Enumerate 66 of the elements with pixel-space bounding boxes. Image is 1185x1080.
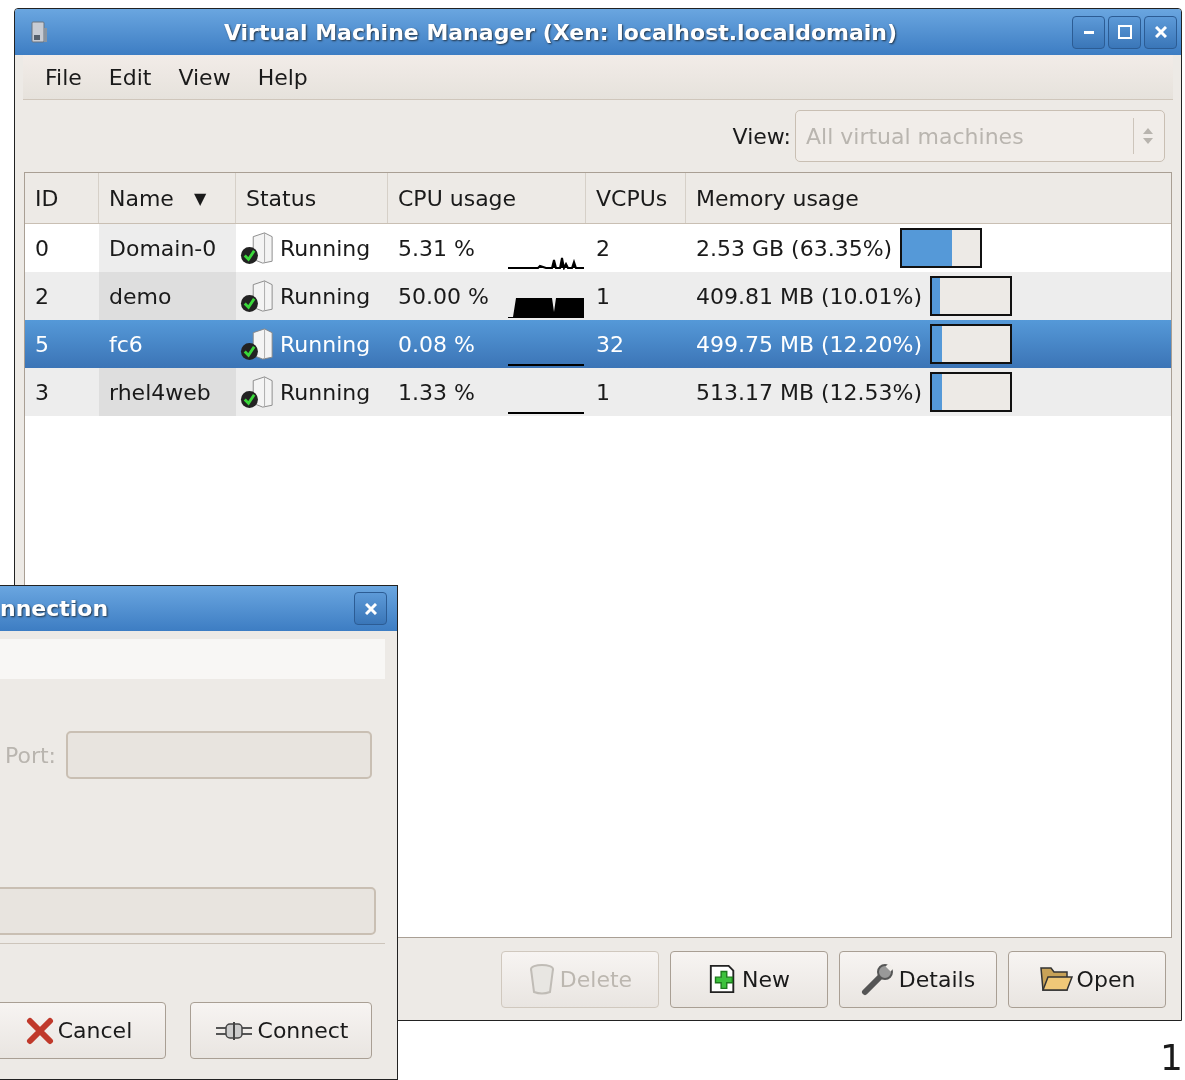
vcpus-cell: 1 xyxy=(596,379,610,405)
running-server-icon xyxy=(240,375,274,409)
computer-icon xyxy=(29,20,49,44)
cpu-usage-text: 1.33 % xyxy=(398,379,476,405)
wrench-icon xyxy=(860,962,895,996)
memory-usage-text: 2.53 GB (63.35%) xyxy=(696,235,893,261)
id-cell: 0 xyxy=(35,235,49,261)
menu-item[interactable]: File xyxy=(45,64,82,90)
running-server-icon xyxy=(240,279,274,313)
cancel-x-icon xyxy=(25,1016,54,1045)
sort-arrow-icon: ▼ xyxy=(193,188,207,208)
table-row[interactable]: 3 rhel4web Running 1.33 % 1 513.17 MB (12.53%) xyxy=(25,368,1171,416)
column-header[interactable]: VCPUs xyxy=(596,185,668,211)
table-row[interactable]: 2 demo Running 50.00 % 1 409.81 MB (10.01%) xyxy=(25,272,1171,320)
dialog-title: nnection xyxy=(0,596,109,621)
close-icon xyxy=(1154,26,1167,38)
folder-button[interactable]: Open xyxy=(1008,950,1166,1008)
name-cell: Domain-0 xyxy=(109,235,217,261)
memory-usage-text: 513.17 MB (12.53%) xyxy=(696,379,923,405)
close-icon xyxy=(364,602,377,615)
id-cell: 3 xyxy=(35,379,49,405)
status-text: Running xyxy=(280,283,371,309)
table-row[interactable]: 5 fc6 Running 0.08 % 32 499.75 MB (12.20%) xyxy=(25,320,1171,368)
menu-item[interactable]: Edit xyxy=(108,64,152,90)
running-server-icon xyxy=(240,327,274,361)
minimize-button[interactable] xyxy=(1072,15,1105,49)
close-button[interactable] xyxy=(354,592,387,625)
wrench-button[interactable]: Details xyxy=(839,950,997,1008)
vcpus-cell: 2 xyxy=(596,235,610,261)
spinner-arrows-icon xyxy=(1142,126,1154,146)
column-header[interactable]: Status xyxy=(246,185,317,211)
column-header[interactable]: ID xyxy=(35,185,59,211)
plug-button[interactable]: Connect xyxy=(190,1002,372,1059)
cpu-usage-text: 5.31 % xyxy=(398,235,476,261)
minimize-icon xyxy=(1083,30,1094,34)
column-header[interactable]: Memory usage xyxy=(696,185,859,211)
maximize-button[interactable] xyxy=(1108,15,1141,49)
column-header[interactable]: CPU usage xyxy=(398,185,517,211)
name-cell: fc6 xyxy=(109,331,143,357)
id-cell: 2 xyxy=(35,283,49,309)
id-cell: 5 xyxy=(35,331,49,357)
new-button[interactable]: New xyxy=(670,950,828,1008)
folder-icon xyxy=(1038,964,1073,994)
page-number: 1 xyxy=(1160,1040,1183,1076)
status-text: Running xyxy=(280,379,371,405)
menu-item[interactable]: Help xyxy=(257,64,308,90)
cpu-usage-text: 0.08 % xyxy=(398,331,476,357)
close-button[interactable] xyxy=(1144,15,1177,49)
name-cell: demo xyxy=(109,283,172,309)
trash-icon xyxy=(527,963,556,995)
plug-icon xyxy=(213,1020,254,1041)
running-server-icon xyxy=(240,231,274,265)
menu-item[interactable]: View xyxy=(178,64,231,90)
memory-usage-text: 499.75 MB (12.20%) xyxy=(696,331,923,357)
status-text: Running xyxy=(280,331,371,357)
memory-usage-text: 409.81 MB (10.01%) xyxy=(696,283,923,309)
cancel-button[interactable]: Cancel xyxy=(0,1002,166,1059)
maximize-icon xyxy=(1117,25,1132,39)
view-label: View: xyxy=(732,123,791,149)
name-cell: rhel4web xyxy=(109,379,211,405)
vcpus-cell: 32 xyxy=(596,331,624,357)
status-text: Running xyxy=(280,235,371,261)
vcpus-cell: 1 xyxy=(596,283,610,309)
window-title: Virtual Machine Manager (Xen: localhost.localdomain) xyxy=(222,19,899,45)
column-header[interactable]: Name xyxy=(109,185,174,211)
cpu-usage-text: 50.00 % xyxy=(398,283,490,309)
